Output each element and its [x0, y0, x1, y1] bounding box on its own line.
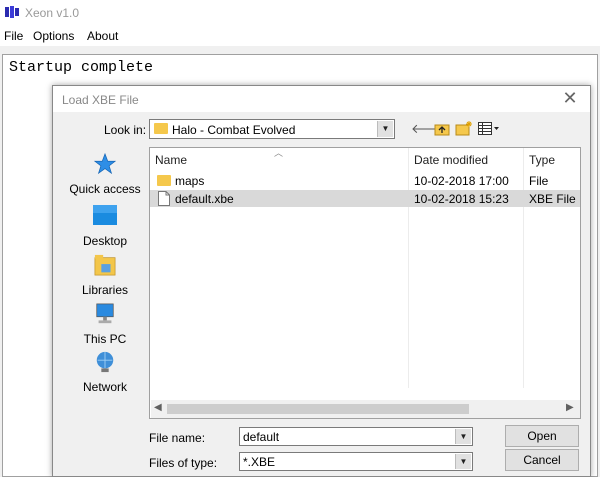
file-type-value: *.XBE [243, 455, 276, 469]
console-text: Startup complete [9, 59, 154, 76]
column-type[interactable]: Type [529, 153, 555, 167]
up-folder-icon[interactable] [434, 122, 450, 136]
file-date: 10-02-2018 17:00 [414, 174, 509, 188]
file-name-value: default [243, 430, 280, 444]
file-type: XBE File [529, 192, 576, 206]
place-this-pc[interactable]: This PC [61, 303, 149, 346]
sort-arrow-icon[interactable]: ︿ [274, 146, 283, 159]
file-name-label: File name: [149, 431, 206, 445]
load-xbe-dialog: Load XBE File ✕ Look in: Halo - Combat E… [52, 85, 591, 477]
cancel-button[interactable]: Cancel [505, 449, 579, 471]
look-in-label: Look in: [104, 123, 147, 137]
dialog-title: Load XBE File [62, 93, 139, 107]
desktop-icon [93, 205, 117, 225]
chevron-down-icon[interactable]: ▼ [455, 429, 471, 444]
folder-icon [157, 175, 171, 186]
scroll-right-icon[interactable]: ▶ [566, 402, 574, 413]
app-title: Xeon v1.0 [25, 6, 80, 20]
file-name-input[interactable]: default ▼ [239, 427, 473, 446]
close-icon[interactable]: ✕ [559, 89, 581, 109]
computer-icon [96, 303, 114, 324]
place-label: Desktop [82, 234, 128, 248]
menu-options[interactable]: Options [33, 29, 74, 43]
file-icon [158, 191, 170, 206]
place-libraries[interactable]: Libraries [61, 254, 149, 297]
column-name[interactable]: Name [155, 153, 187, 167]
places-bar: Quick access Desktop Libraries This PC N… [61, 147, 149, 427]
open-button[interactable]: Open [505, 425, 579, 447]
chevron-down-icon[interactable]: ▼ [377, 121, 393, 137]
scroll-left-icon[interactable]: ◀ [154, 402, 162, 413]
place-quick-access[interactable]: Quick access [61, 152, 149, 196]
menu-bar: File Options About [0, 26, 600, 46]
back-icon[interactable]: 🡐 [411, 120, 446, 138]
chevron-down-icon[interactable]: ▼ [455, 454, 471, 469]
title-bar: Xeon v1.0 [0, 0, 600, 26]
file-row-selected[interactable]: default.xbe 10-02-2018 15:23 XBE File [150, 190, 580, 207]
network-icon [96, 351, 114, 373]
scrollbar-thumb[interactable] [167, 404, 469, 414]
folder-icon [154, 123, 168, 134]
place-label: Libraries [81, 283, 129, 297]
place-desktop[interactable]: Desktop [61, 205, 149, 248]
place-network[interactable]: Network [61, 351, 149, 394]
libraries-icon [94, 254, 116, 276]
star-icon [93, 152, 117, 175]
menu-about[interactable]: About [87, 29, 118, 43]
file-name: maps [175, 174, 205, 188]
place-label: Network [82, 380, 127, 394]
menu-file[interactable]: File [4, 29, 23, 43]
new-folder-icon[interactable] [455, 120, 473, 136]
file-row[interactable]: maps 10-02-2018 17:00 File folder [150, 172, 580, 202]
place-label: Quick access [69, 182, 141, 196]
file-type-select[interactable]: *.XBE ▼ [239, 452, 473, 471]
column-date-modified[interactable]: Date modified [414, 153, 488, 167]
place-label: This PC [83, 332, 127, 346]
look-in-value: Halo - Combat Evolved [172, 123, 296, 137]
look-in-dropdown[interactable]: Halo - Combat Evolved ▼ [149, 119, 395, 139]
dialog-title-bar: Load XBE File ✕ [53, 86, 590, 112]
file-name: default.xbe [175, 192, 234, 206]
file-list[interactable]: ︿ Name Date modified Type maps 10-02-201… [149, 147, 581, 419]
view-menu-icon[interactable] [478, 122, 500, 136]
app-icon [5, 6, 19, 18]
horizontal-scrollbar[interactable]: ◀ ▶ [151, 400, 580, 418]
file-type-label: Files of type: [149, 456, 218, 470]
file-date: 10-02-2018 15:23 [414, 192, 509, 206]
